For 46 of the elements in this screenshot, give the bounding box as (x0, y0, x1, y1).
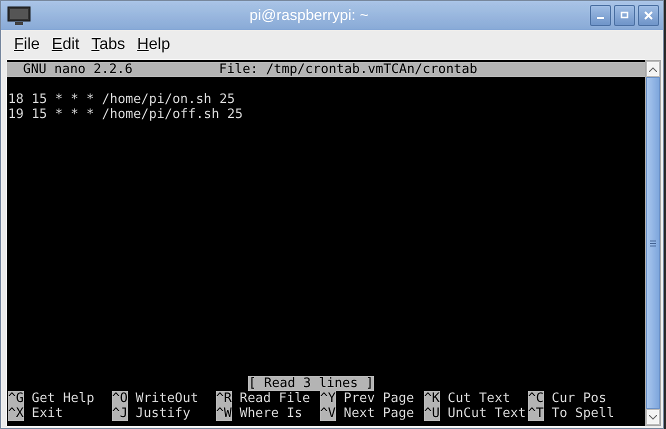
shortcut-key: ^O (112, 391, 128, 406)
shortcut-label: WriteOut (136, 391, 198, 406)
shortcut-key: ^Y (320, 391, 336, 406)
shortcut-label: Prev Page (344, 391, 414, 406)
scroll-up-button[interactable] (646, 61, 660, 77)
shortcut-key: ^U (424, 406, 440, 421)
shortcut-label: Where Is (240, 406, 302, 421)
menu-item[interactable]: Tabs (91, 36, 126, 54)
shortcut-label: UnCut Text (448, 406, 526, 421)
shortcut-label: Get Help (32, 391, 94, 406)
shortcut-label: To Spell (552, 406, 614, 421)
file-name: File: /tmp/crontab.vmTCAn/crontab (219, 62, 478, 77)
shortcut-key: ^T (528, 406, 544, 421)
window-title: pi@raspberrypi: ~ (248, 7, 370, 24)
shortcut-label: Cur Pos (552, 391, 606, 406)
shortcut-key: ^J (112, 406, 128, 421)
status-message: [ Read 3 lines ] (248, 376, 374, 391)
crontab-line: 18 15 * * * /home/pi/on.sh 25 (7, 92, 236, 107)
shortcut-key: ^W (216, 406, 232, 421)
shortcut-key: ^R (216, 391, 232, 406)
scroll-down-button[interactable] (646, 409, 660, 425)
shortcut-label: Exit (32, 406, 63, 421)
close-button[interactable] (638, 5, 659, 26)
scrollbar-thumb[interactable] (646, 77, 660, 409)
shortcut-label: Justify (136, 406, 190, 421)
menu-item[interactable]: Edit (52, 36, 80, 54)
crontab-line: 19 15 * * * /home/pi/off.sh 25 (7, 107, 244, 122)
chevron-down-icon (649, 414, 657, 420)
shortcut-label: Next Page (344, 406, 414, 421)
shortcut-label: Cut Text (448, 391, 510, 406)
maximize-icon (620, 11, 629, 20)
nano-version: GNU nano 2.2.6 (23, 62, 134, 77)
menu-item[interactable]: File (14, 36, 40, 54)
grip-icon (650, 240, 656, 246)
shortcut-key: ^G (8, 391, 24, 406)
shortcut-key: ^X (8, 406, 24, 421)
minimize-button[interactable] (590, 5, 611, 26)
shortcut-key: ^V (320, 406, 336, 421)
monitor-icon (7, 6, 31, 26)
chevron-up-icon (649, 66, 657, 72)
shortcut-label: Read File (240, 391, 310, 406)
shortcut-key: ^K (424, 391, 440, 406)
menu-item[interactable]: Help (137, 36, 170, 54)
close-icon (644, 11, 653, 20)
maximize-button[interactable] (614, 5, 635, 26)
shortcut-key: ^C (528, 391, 544, 406)
